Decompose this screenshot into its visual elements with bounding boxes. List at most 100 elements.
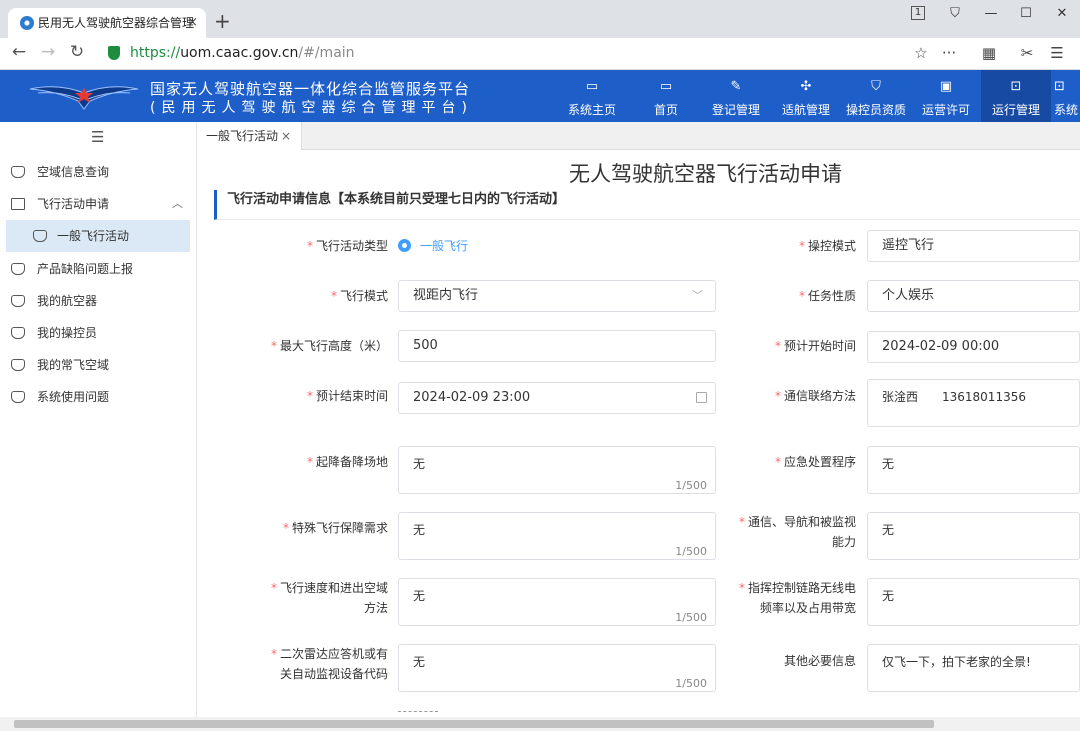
bookmark-star-icon[interactable]: ☆ <box>911 44 931 62</box>
sidebar-item-system-issues[interactable]: 系统使用问题 <box>0 381 197 413</box>
shirt-icon[interactable]: ⛉ <box>943 5 967 23</box>
label-end-time: * 预计结束时间 <box>306 389 388 403</box>
minimize-icon[interactable]: — <box>979 5 1003 23</box>
label-control-mode: * 操控模式 <box>798 239 856 253</box>
label-control-link: * 指挥控制链路无线电 频率以及占用带宽 <box>738 581 856 615</box>
label-other-info: 其他必要信息 <box>783 654 856 668</box>
menu-icon[interactable]: ☰ <box>1047 44 1067 62</box>
emergency-textarea[interactable]: 无 <box>867 446 1080 494</box>
new-tab-button[interactable]: + <box>214 8 231 34</box>
forward-icon[interactable]: → <box>37 42 59 62</box>
nav-system-home[interactable]: ▭ 系统主页 <box>557 70 627 122</box>
label-speed-method: * 飞行速度和进出空域 方法 <box>270 581 388 615</box>
tab-close-icon[interactable]: × <box>281 129 291 143</box>
char-counter: 1/500 <box>675 677 707 690</box>
sidebar-subitem-general-flight[interactable]: 一般飞行活动 <box>6 220 190 252</box>
database-icon <box>11 295 25 307</box>
tab-count-badge[interactable]: 1 <box>911 6 925 20</box>
label-flight-mode: * 飞行模式 <box>330 289 388 303</box>
browser-tab-strip: 民用无人驾驶航空器综合管理 × + 1 ⛉ — ☐ ✕ <box>0 0 1080 38</box>
label-contact: * 通信联络方法 <box>774 389 856 403</box>
database-icon <box>11 359 25 371</box>
label-task-nature: * 任务性质 <box>798 289 856 303</box>
sidebar-toggle-icon[interactable]: ☰ <box>91 128 104 146</box>
sidebar-item-my-operators[interactable]: 我的操控员 <box>0 317 197 349</box>
apps-grid-icon[interactable]: ▦ <box>979 44 999 62</box>
caac-logo-icon <box>29 86 139 110</box>
database-icon <box>11 327 25 339</box>
browser-tab-title: 民用无人驾驶航空器综合管理 <box>38 16 195 30</box>
sidebar-item-my-aircraft[interactable]: 我的航空器 <box>0 285 197 317</box>
url-field[interactable]: https://uom.caac.gov.cn/#/main <box>104 40 964 66</box>
scissors-icon[interactable]: ✂ <box>1017 44 1037 62</box>
comm-nav-textarea[interactable]: 无 <box>867 512 1080 560</box>
end-time-picker[interactable]: 2024-02-09 23:00 <box>398 382 716 414</box>
secure-shield-icon <box>108 46 120 60</box>
site-favicon-icon <box>20 16 34 30</box>
section-header: 飞行活动申请信息【本系统目前只受理七日内的飞行活动】 <box>214 190 1080 220</box>
sidebar-item-my-airspace[interactable]: 我的常飞空域 <box>0 349 197 381</box>
tab-general-flight[interactable]: 一般飞行活动 × <box>198 122 302 150</box>
sidebar-item-defect-report[interactable]: 产品缺陷问题上报 <box>0 253 197 285</box>
max-altitude-input[interactable]: 500 <box>398 330 716 362</box>
system-icon: ⊡ <box>1054 79 1065 94</box>
takeoff-site-textarea[interactable]: 无 1/500 <box>398 446 716 494</box>
platform-title: 国家无人驾驶航空器一体化综合监管服务平台 <box>150 80 471 98</box>
tab-close-icon[interactable]: × <box>187 8 198 38</box>
control-link-textarea[interactable]: 无 <box>867 578 1080 626</box>
folder-icon <box>11 198 25 210</box>
contact-textarea[interactable]: 张淦西 13618011356 <box>867 379 1080 427</box>
partial-element <box>398 711 438 716</box>
platform-subtitle: (民用无人驾驶航空器综合管理平台) <box>150 100 473 116</box>
page-tabs: 一般飞行活动 × <box>198 122 1080 150</box>
id-card-icon: ▣ <box>939 79 953 94</box>
nav-operation-management[interactable]: ⊡ 运行管理 <box>981 70 1051 122</box>
special-needs-textarea[interactable]: 无 1/500 <box>398 512 716 560</box>
desktop-icon: ▭ <box>659 79 673 94</box>
radio-general-flight[interactable] <box>398 239 411 252</box>
database-icon <box>11 166 25 178</box>
maximize-icon[interactable]: ☐ <box>1014 5 1038 23</box>
transponder-textarea[interactable]: 无 1/500 <box>398 644 716 692</box>
nav-system[interactable]: ⊡ 系统 <box>1054 70 1080 122</box>
shield-icon: ⛉ <box>871 79 881 94</box>
flight-mode-select[interactable]: 视距内飞行 ﹀ <box>398 280 716 312</box>
monitor-settings-icon: ▭ <box>585 79 599 94</box>
start-time-picker[interactable]: 2024-02-09 00:00 <box>867 331 1080 363</box>
reload-icon[interactable]: ↻ <box>66 42 88 62</box>
sidebar-item-airspace-query[interactable]: 空域信息查询 <box>0 156 197 188</box>
nav-operation-permit[interactable]: ▣ 运营许可 <box>912 70 980 122</box>
horizontal-scrollbar[interactable] <box>0 717 1080 731</box>
nav-home[interactable]: ▭ 首页 <box>637 70 695 122</box>
browser-tab[interactable]: 民用无人驾驶航空器综合管理 × <box>8 8 206 38</box>
char-counter: 1/500 <box>675 611 707 624</box>
more-dots-icon[interactable]: ··· <box>939 44 959 62</box>
url-host: uom.caac.gov.cn <box>180 45 299 61</box>
window-close-icon[interactable]: ✕ <box>1050 5 1074 23</box>
database-icon <box>11 391 25 403</box>
control-mode-field[interactable]: 遥控飞行 <box>867 230 1080 262</box>
url-path: /#/main <box>298 45 355 61</box>
chevron-up-icon: ︿ <box>172 197 183 210</box>
nav-airworthiness[interactable]: ✣ 适航管理 <box>772 70 840 122</box>
other-info-textarea[interactable]: 仅飞一下，拍下老家的全景! <box>867 644 1080 692</box>
radio-label-general-flight[interactable]: 一般飞行 <box>420 236 468 256</box>
chevron-down-icon: ﹀ <box>692 289 703 302</box>
nav-registration[interactable]: ✎ 登记管理 <box>702 70 770 122</box>
calendar-icon <box>696 392 707 403</box>
label-emergency: * 应急处置程序 <box>774 455 856 469</box>
back-icon[interactable]: ← <box>8 42 30 62</box>
sidebar-item-flight-application[interactable]: 飞行活动申请 ︿ <box>0 188 197 220</box>
label-transponder: * 二次雷达应答机或有 关自动监视设备代码 <box>270 647 388 681</box>
label-activity-type: * 飞行活动类型 <box>306 239 388 253</box>
nav-operator-qualification[interactable]: ⛉ 操控员资质 <box>840 70 912 122</box>
sidebar: ☰ 空域信息查询 飞行活动申请 ︿ 一般飞行活动 产品缺陷问题上报 我的航空器 我… <box>0 122 197 717</box>
site-header: 国家无人驾驶航空器一体化综合监管服务平台 (民用无人驾驶航空器综合管理平台) ▭… <box>0 70 1080 122</box>
task-nature-field[interactable]: 个人娱乐 <box>867 280 1080 312</box>
label-max-altitude: * 最大飞行高度（米） <box>270 339 388 353</box>
label-takeoff-site: * 起降备降场地 <box>306 455 388 469</box>
form-title: 无人驾驶航空器飞行活动申请 <box>569 162 842 186</box>
speed-method-textarea[interactable]: 无 1/500 <box>398 578 716 626</box>
database-icon <box>33 230 47 242</box>
scrollbar-thumb[interactable] <box>14 720 934 728</box>
